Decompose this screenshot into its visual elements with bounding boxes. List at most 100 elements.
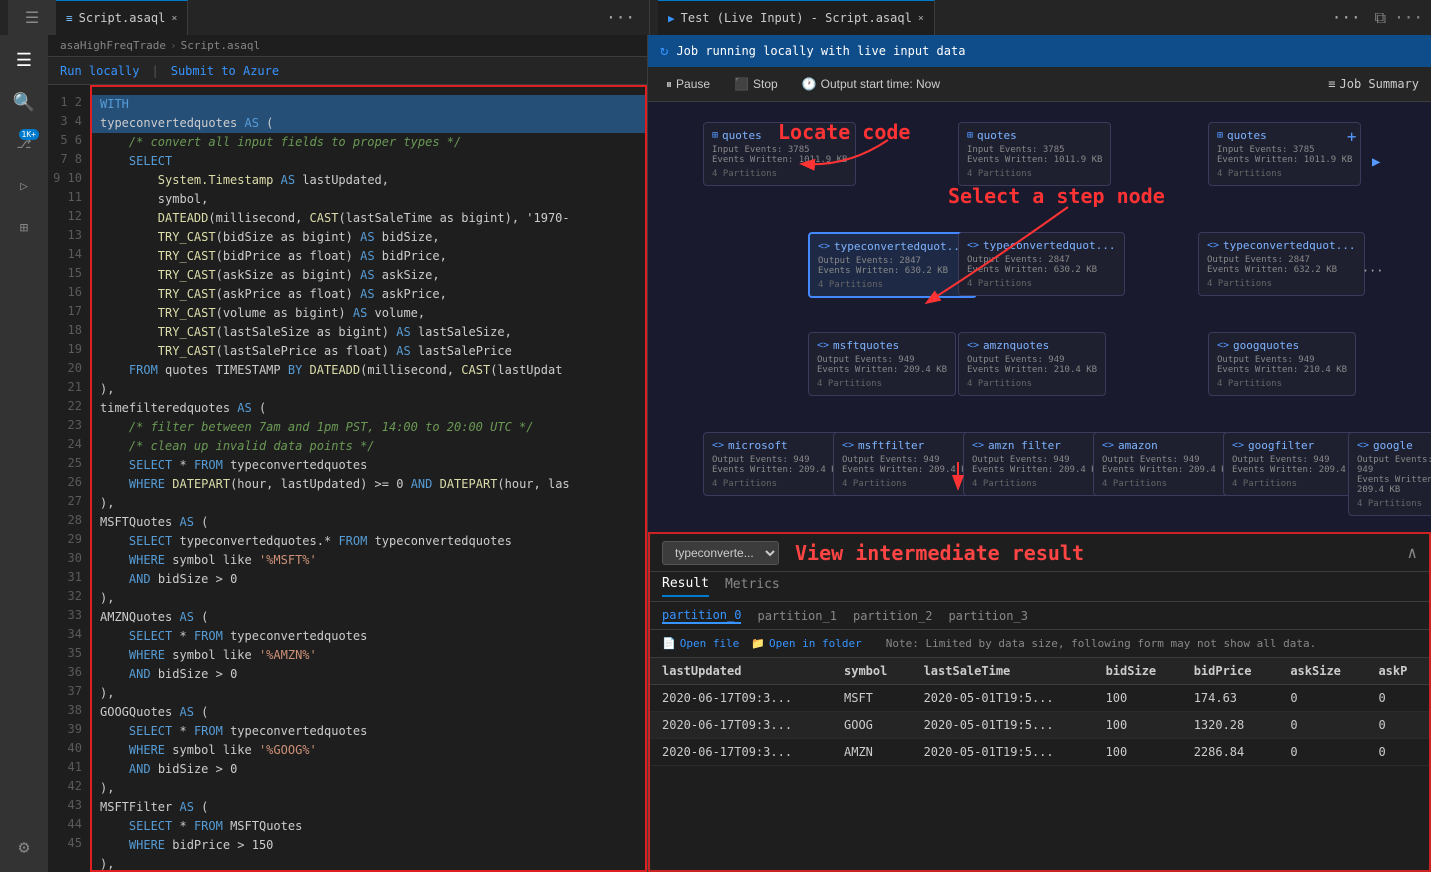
partition-tab-1[interactable]: partition_1 [757,609,836,623]
script-tab-close[interactable]: × [171,13,177,24]
node-stats-amznf: Output Events: 949 [972,455,1102,465]
stop-button[interactable]: ⬛ Stop [728,75,784,93]
file-icon: 📄 [662,637,676,650]
node-icon-tc2: <> [967,240,979,251]
cell-askSize: 0 [1278,712,1366,739]
live-tab-label: Test (Live Input) - Script.asaql [681,11,912,25]
open-file-label: Open file [680,637,740,650]
tab-result[interactable]: Result [662,576,709,597]
editor-content: 1 2 3 4 5 6 7 8 9 10 11 12 13 14 15 16 1… [48,85,647,872]
node-part-msftq: 4 Partitions [817,379,947,389]
breadcrumb: asaHighFreqTrade › Script.asaql [48,35,647,57]
node-typeconv-selected[interactable]: <>typeconvertedquot... Output Events: 28… [808,232,977,298]
node-written-q1: Events Written: 1011.9 KB [712,155,847,165]
node-typeconv-2[interactable]: <>typeconvertedquot... Output Events: 28… [958,232,1125,296]
activity-bar: ☰ 🔍 ⎇ ▷ ⊞ ⚙ [0,35,48,872]
node-msftfilter[interactable]: <>msftfilter Output Events: 949 Events W… [833,432,981,496]
activity-search[interactable]: 🔍 [7,85,41,119]
tab-test-live[interactable]: ▶ Test (Live Input) - Script.asaql × [658,0,935,35]
node-label-tc-sel: typeconvertedquot... [834,240,966,253]
open-folder-label: Open in folder [769,637,862,650]
node-stats-tc2: Output Events: 2847 [967,255,1116,265]
submit-azure-btn[interactable]: Submit to Azure [171,64,279,78]
run-locally-btn[interactable]: Run locally [60,64,139,78]
node-written-q2: Events Written: 1011.9 KB [967,155,1102,165]
activity-settings[interactable]: ⚙ [7,830,41,864]
folder-icon: 📁 [751,637,765,650]
pause-button[interactable]: ⏸ Pause [660,75,716,94]
node-icon-googq: <> [1217,340,1229,351]
add-icon[interactable]: + [1347,127,1357,146]
activity-explorer[interactable]: ☰ [7,43,41,77]
node-quotes-3[interactable]: ⊞quotes Input Events: 3785 Events Writte… [1208,122,1361,186]
result-title: View intermediate result [795,541,1084,565]
table-row: 2020-06-17T09:3...AMZN2020-05-01T19:5...… [650,739,1429,766]
breadcrumb-project: asaHighFreqTrade [60,39,166,52]
node-stats-googq: Output Events: 949 [1217,355,1347,365]
result-dropdown[interactable]: typeconverte... [662,541,779,565]
output-time-button[interactable]: 🕐 Output start time: Now [796,75,946,93]
activity-source-control[interactable]: ⎇ [7,127,41,161]
node-amznquotes[interactable]: <>amznquotes Output Events: 949 Events W… [958,332,1106,396]
open-file-btn[interactable]: 📄 Open file [662,637,739,650]
left-tab-more[interactable]: ··· [600,8,641,27]
job-summary-button[interactable]: ≡ Job Summary [1328,77,1419,91]
cell-lastUpdated: 2020-06-17T09:3... [650,685,832,712]
right-tab-more[interactable]: ··· [1326,8,1367,27]
table-row: 2020-06-17T09:3...GOOG2020-05-01T19:5...… [650,712,1429,739]
cell-symbol: MSFT [832,685,912,712]
job-status-icon: ↻ [660,43,668,59]
job-status-text: Job running locally with live input data [676,44,965,58]
breadcrumb-file: Script.asaql [181,39,260,52]
node-written-amzn: Events Written: 209.4 KB [1102,465,1232,475]
node-label-q1: quotes [722,129,762,142]
diagram-area[interactable]: Locate code Select a step node [648,102,1431,532]
node-amznfilter[interactable]: <>amzn filter Output Events: 949 Events … [963,432,1111,496]
title-bar-left: ☰ ≡ Script.asaql × ··· [0,0,650,35]
tab-script[interactable]: ≡ Script.asaql × [56,0,188,35]
node-part-amznq: 4 Partitions [967,379,1097,389]
code-editor[interactable]: WITHtypeconvertedquotes AS ( /* convert … [90,85,647,872]
cell-bidPrice: 174.63 [1182,685,1279,712]
tab-metrics[interactable]: Metrics [725,577,780,596]
live-tab-close[interactable]: × [918,13,924,24]
node-amazon[interactable]: <>amazon Output Events: 949 Events Writt… [1093,432,1241,496]
expand-icon[interactable]: ▶ [1372,154,1380,170]
node-msftquotes[interactable]: <>msftquotes Output Events: 949 Events W… [808,332,956,396]
node-label-q3: quotes [1227,129,1267,142]
node-written-amznq: Events Written: 210.4 KB [967,365,1097,375]
node-part-q1: 4 Partitions [712,169,847,179]
node-label-tc3: typeconvertedquot... [1223,239,1355,252]
node-part-tc-sel: 4 Partitions [818,280,967,290]
split-editor-icon[interactable]: ⧉ [1375,8,1386,28]
node-microsoft[interactable]: <>microsoft Output Events: 949 Events Wr… [703,432,851,496]
node-part-tc3: 4 Partitions [1207,279,1356,289]
node-part-q2: 4 Partitions [967,169,1102,179]
partition-tabs: partition_0 partition_1 partition_2 part… [650,602,1429,630]
node-icon-tc-sel: <> [818,241,830,252]
activity-debug[interactable]: ▷ [7,169,41,203]
node-stats-amznq: Output Events: 949 [967,355,1097,365]
partition-tab-3[interactable]: partition_3 [948,609,1027,623]
partition-tab-2[interactable]: partition_2 [853,609,932,623]
node-google[interactable]: <>google Output Events: 949 Events Writt… [1348,432,1431,516]
right-more-icon[interactable]: ··· [1394,8,1423,27]
partition-tab-0[interactable]: partition_0 [662,608,741,624]
node-typeconv-3[interactable]: <>typeconvertedquot... Output Events: 28… [1198,232,1365,296]
node-part-goog: 4 Partitions [1357,499,1431,509]
job-header: ↻ Job running locally with live input da… [648,35,1431,67]
node-written-ms: Events Written: 209.4 KB [712,465,842,475]
node-quotes-2[interactable]: ⊞quotes Input Events: 3785 Events Writte… [958,122,1111,186]
script-tab-icon: ≡ [66,12,73,25]
node-part-q3: 4 Partitions [1217,169,1352,179]
job-summary-label: Job Summary [1340,77,1419,91]
result-panel: typeconverte... View intermediate result… [648,532,1431,872]
result-collapse-button[interactable]: ∧ [1407,543,1417,562]
node-googquotes[interactable]: <>googquotes Output Events: 949 Events W… [1208,332,1356,396]
node-icon-msftq: <> [817,340,829,351]
open-folder-btn[interactable]: 📁 Open in folder [751,637,861,650]
script-tab-label: Script.asaql [79,11,166,25]
live-tab-icon: ▶ [668,12,675,25]
activity-extensions[interactable]: ⊞ [7,211,41,245]
arrow-right-tc3: ··· [1362,264,1384,278]
